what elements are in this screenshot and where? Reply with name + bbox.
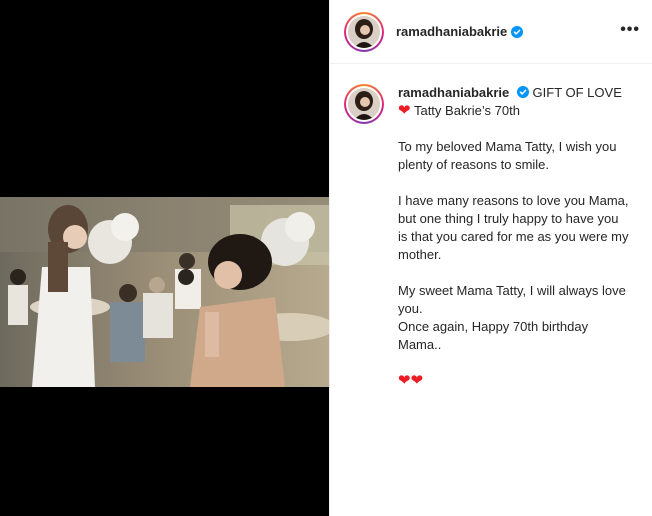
post-photo[interactable] bbox=[0, 197, 329, 387]
party-photo bbox=[0, 197, 329, 387]
avatar-photo bbox=[348, 15, 380, 48]
caption-title: GIFT OF LOVE bbox=[532, 85, 622, 100]
caption-subtitle: Tatty Bakrie’s 70th bbox=[413, 103, 520, 118]
verified-badge-icon bbox=[511, 25, 524, 38]
caption-paragraph-4: Once again, Happy 70th birthday Mama.. bbox=[398, 319, 589, 352]
heart-icon: ❤ bbox=[398, 102, 411, 119]
post-detail-panel: ramadhaniabakrie ••• ramadhaniabakrie GI… bbox=[329, 0, 652, 516]
more-options-icon[interactable]: ••• bbox=[620, 22, 640, 38]
avatar[interactable] bbox=[344, 11, 384, 52]
header-username[interactable]: ramadhaniabakrie bbox=[396, 24, 507, 39]
caption-avatar[interactable] bbox=[344, 84, 384, 124]
caption-paragraph-1: To my beloved Mama Tatty, I wish you ple… bbox=[398, 139, 617, 172]
caption-username[interactable]: ramadhaniabakrie bbox=[398, 85, 509, 100]
caption-text: ramadhaniabakrie GIFT OF LOVE ❤ Tatty Ba… bbox=[398, 84, 630, 390]
verified-badge-icon bbox=[516, 86, 529, 98]
caption-avatar-photo bbox=[348, 88, 380, 120]
hearts-icon: ❤❤ bbox=[398, 372, 424, 389]
post-media bbox=[0, 0, 329, 516]
caption-paragraph-3: My sweet Mama Tatty, I will always love … bbox=[398, 283, 626, 316]
post-caption: ramadhaniabakrie GIFT OF LOVE ❤ Tatty Ba… bbox=[330, 64, 652, 390]
post-header: ramadhaniabakrie ••• bbox=[330, 0, 652, 64]
caption-paragraph-2: I have many reasons to love you Mama, bu… bbox=[398, 193, 629, 262]
